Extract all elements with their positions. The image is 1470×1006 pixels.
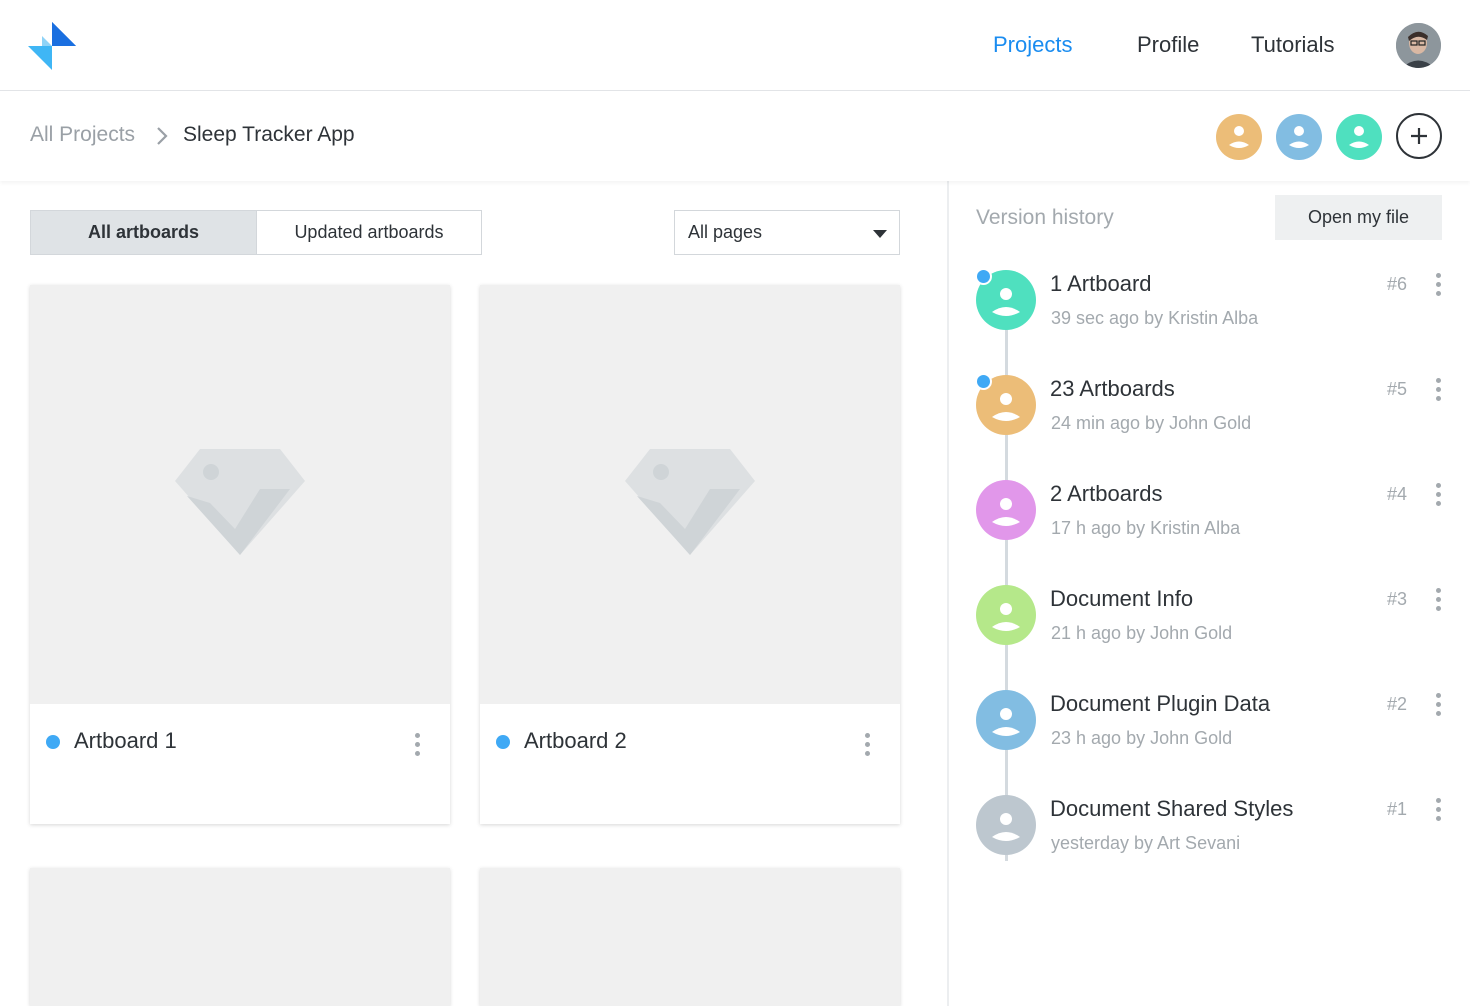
artboard-name: Artboard 1: [74, 728, 177, 753]
user-icon: [1349, 126, 1369, 148]
version-item[interactable]: 2 Artboards 17 h ago by Kristin Alba #4: [949, 480, 1470, 585]
version-meta: 39 sec ago by Kristin Alba: [1051, 308, 1259, 328]
artboard-card[interactable]: [30, 868, 450, 1006]
artboard-thumbnail: [30, 285, 450, 704]
version-number: #3: [1387, 589, 1408, 609]
artboard-card[interactable]: [480, 868, 900, 1006]
collaborator-avatar[interactable]: [1276, 114, 1322, 160]
version-number: #5: [1387, 379, 1408, 399]
version-number: #2: [1387, 694, 1408, 714]
version-item[interactable]: Document Plugin Data 23 h ago by John Go…: [949, 690, 1470, 795]
artboard-thumbnail: [480, 285, 900, 704]
more-vertical-icon[interactable]: [1428, 375, 1448, 405]
more-vertical-icon[interactable]: [1428, 480, 1448, 510]
artboard-card[interactable]: Artboard 1: [30, 285, 450, 824]
sketch-diamond-icon: [625, 449, 755, 555]
pages-select-value: All pages: [688, 222, 763, 242]
version-item[interactable]: 1 Artboard 39 sec ago by Kristin Alba #6: [949, 268, 1470, 375]
page-title: Sleep Tracker App: [183, 123, 355, 146]
sketch-diamond-icon: [175, 449, 305, 555]
nav-projects[interactable]: Projects: [993, 32, 1072, 58]
version-number: #4: [1387, 484, 1408, 504]
updated-indicator: [46, 735, 60, 749]
add-collaborator-button[interactable]: [1396, 113, 1442, 159]
breadcrumb: All Projects Sleep Tracker App: [0, 91, 1470, 181]
version-author-avatar[interactable]: [976, 795, 1036, 855]
more-vertical-icon[interactable]: [1428, 690, 1448, 720]
user-icon: [992, 708, 1020, 736]
version-item[interactable]: Document Shared Styles yesterday by Art …: [949, 795, 1470, 900]
version-history-panel: Version history Open my file 1 Artboard …: [949, 181, 1470, 1006]
version-meta: 17 h ago by Kristin Alba: [1051, 518, 1241, 538]
more-vertical-icon[interactable]: [1428, 585, 1448, 615]
version-author-avatar[interactable]: [976, 480, 1036, 540]
user-icon: [992, 603, 1020, 631]
logo-icon[interactable]: [28, 22, 78, 70]
version-item[interactable]: 23 Artboards 24 min ago by John Gold #5: [949, 373, 1470, 480]
artboard-thumbnail: [480, 868, 900, 1006]
plus-icon: [1411, 128, 1427, 144]
user-icon: [1229, 126, 1249, 148]
artboard-thumbnail: [30, 868, 450, 1006]
version-meta: 23 h ago by John Gold: [1051, 728, 1233, 748]
version-author-avatar[interactable]: [976, 690, 1036, 750]
more-vertical-icon[interactable]: [1428, 795, 1448, 825]
version-title[interactable]: 1 Artboard: [1050, 271, 1152, 297]
artboard-name: Artboard 2: [524, 728, 627, 753]
user-icon: [1289, 126, 1309, 148]
version-title[interactable]: Document Shared Styles: [1050, 796, 1293, 822]
open-my-file-button[interactable]: Open my file: [1275, 195, 1442, 240]
more-vertical-icon[interactable]: [1428, 270, 1448, 300]
artboard-card-footer: Artboard 2: [480, 704, 900, 824]
breadcrumb-all-projects[interactable]: All Projects: [30, 123, 135, 147]
version-meta: 24 min ago by John Gold: [1051, 413, 1252, 433]
tab-updated-artboards[interactable]: Updated artboards: [257, 211, 481, 254]
version-meta: yesterday by Art Sevani: [1051, 833, 1241, 853]
artboard-card-footer: Artboard 1: [30, 704, 450, 824]
artboard-card[interactable]: Artboard 2: [480, 285, 900, 824]
nav-profile[interactable]: Profile: [1137, 32, 1199, 58]
updated-indicator: [496, 735, 510, 749]
version-title[interactable]: 23 Artboards: [1050, 376, 1175, 402]
user-icon: [992, 498, 1020, 526]
version-history-title: Version history: [976, 206, 1114, 229]
version-number: #1: [1387, 799, 1408, 819]
version-title[interactable]: Document Plugin Data: [1050, 691, 1270, 717]
chevron-right-icon: [153, 125, 171, 147]
new-version-indicator: [975, 268, 992, 285]
artboard-filter-tabs: All artboards Updated artboards: [30, 210, 482, 255]
pages-select[interactable]: All pages: [674, 210, 900, 255]
collaborator-avatar[interactable]: [1216, 114, 1262, 160]
tab-all-artboards[interactable]: All artboards: [31, 211, 257, 254]
version-title[interactable]: 2 Artboards: [1050, 481, 1163, 507]
top-navigation: Projects Profile Tutorials: [0, 0, 1470, 91]
new-version-indicator: [975, 373, 992, 390]
user-avatar[interactable]: [1396, 23, 1441, 68]
more-vertical-icon[interactable]: [407, 730, 427, 760]
version-meta: 21 h ago by John Gold: [1051, 623, 1233, 643]
user-icon: [992, 813, 1020, 841]
caret-down-icon: [873, 230, 887, 238]
version-author-avatar[interactable]: [976, 585, 1036, 645]
version-title[interactable]: Document Info: [1050, 586, 1193, 612]
artboards-panel: All artboards Updated artboards All page…: [0, 181, 948, 1006]
collaborator-avatar[interactable]: [1336, 114, 1382, 160]
more-vertical-icon[interactable]: [857, 730, 877, 760]
version-item[interactable]: Document Info 21 h ago by John Gold #3: [949, 585, 1470, 690]
version-number: #6: [1387, 274, 1408, 294]
nav-tutorials[interactable]: Tutorials: [1251, 32, 1335, 58]
